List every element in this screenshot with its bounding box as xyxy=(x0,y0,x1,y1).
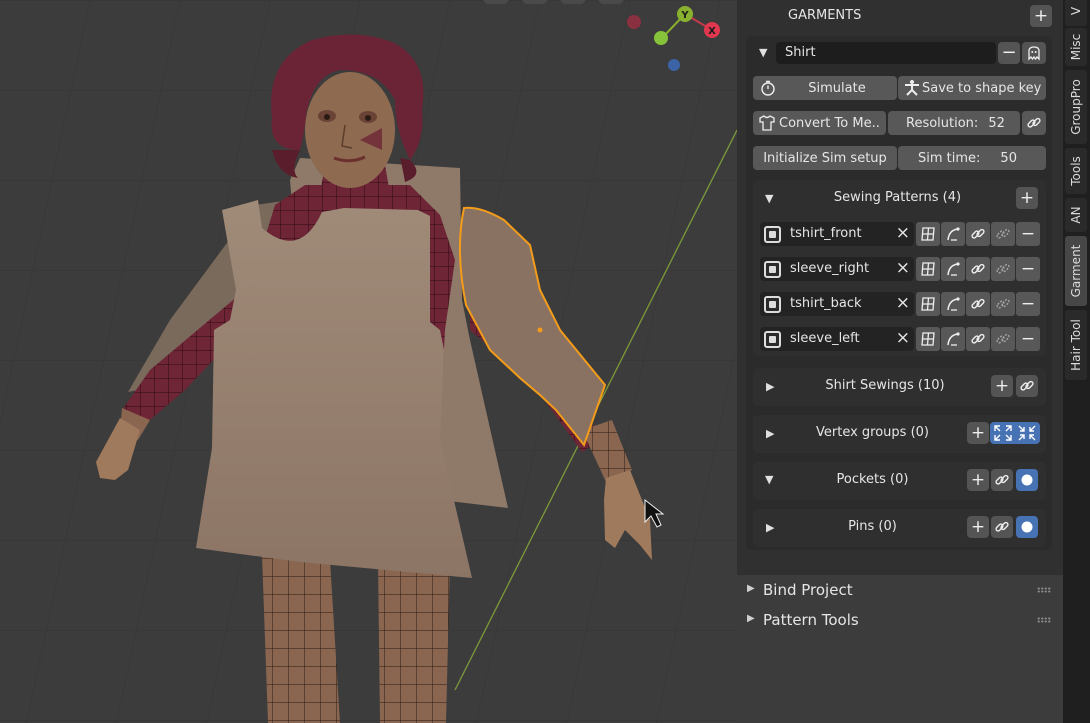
collapse-pockets-icon[interactable]: ▼ xyxy=(765,473,773,486)
pattern-name: sleeve_right xyxy=(790,261,870,276)
gizmo-x-label: X xyxy=(708,26,716,37)
pattern-name: tshirt_back xyxy=(790,296,862,311)
link-icon[interactable] xyxy=(966,257,990,281)
tab-view[interactable]: V xyxy=(1065,0,1087,26)
initialize-sim-button[interactable]: Initialize Sim setup xyxy=(753,146,897,170)
link-icon[interactable] xyxy=(966,292,990,316)
close-icon[interactable]: × xyxy=(896,223,910,243)
link-icon[interactable] xyxy=(1022,111,1046,135)
tab-an[interactable]: AN xyxy=(1065,198,1087,232)
pockets-toggle[interactable] xyxy=(1016,469,1038,491)
fullscreen-icon[interactable] xyxy=(990,422,1040,444)
sidebar-tabs: V Misc GroupPro Tools AN Garment Hair To… xyxy=(1063,0,1090,723)
tab-misc[interactable]: Misc xyxy=(1065,28,1087,66)
ghost-icon[interactable] xyxy=(1022,42,1046,64)
unlink-icon[interactable] xyxy=(991,257,1015,281)
link-icon[interactable] xyxy=(1016,375,1038,397)
grid-icon[interactable] xyxy=(916,327,940,351)
pattern-tools-panel[interactable]: ▶ Pattern Tools xyxy=(737,605,1063,635)
expand-icon: ▶ xyxy=(747,613,755,624)
curve-icon[interactable] xyxy=(941,327,965,351)
curve-icon[interactable] xyxy=(941,292,965,316)
link-icon[interactable] xyxy=(966,327,990,351)
garment-name-field[interactable]: Shirt xyxy=(776,42,996,64)
pins-toggle[interactable] xyxy=(1016,516,1038,538)
grid-icon[interactable] xyxy=(916,222,940,246)
pattern-select[interactable]: sleeve_right × xyxy=(760,257,914,281)
stopwatch-icon xyxy=(759,79,777,97)
bind-project-panel[interactable]: ▶ Bind Project xyxy=(737,575,1063,605)
sim-time-field[interactable]: Sim time: 50 xyxy=(898,146,1046,170)
grid-icon[interactable] xyxy=(916,257,940,281)
unlink-icon[interactable] xyxy=(991,292,1015,316)
add-sewing-button[interactable]: + xyxy=(991,375,1013,397)
add-pin-button[interactable]: + xyxy=(967,516,989,538)
link-icon[interactable] xyxy=(966,222,990,246)
pattern-name: tshirt_front xyxy=(790,226,862,241)
add-pocket-button[interactable]: + xyxy=(967,469,989,491)
select-box-icon[interactable] xyxy=(764,331,781,348)
tab-garment[interactable]: Garment xyxy=(1065,236,1087,306)
list-item: sleeve_right × − xyxy=(760,257,1040,281)
shirt-sewings-title: Shirt Sewings (10) xyxy=(825,378,945,393)
remove-pattern-button[interactable]: − xyxy=(1016,222,1040,246)
convert-to-mesh-button[interactable]: Convert To Me.. xyxy=(753,111,886,135)
drag-handle-icon[interactable] xyxy=(1037,617,1051,623)
add-garment-button[interactable]: + xyxy=(1030,5,1052,27)
resolution-field[interactable]: Resolution: 52 xyxy=(888,111,1020,135)
add-vertex-group-button[interactable]: + xyxy=(967,422,989,444)
select-box-icon[interactable] xyxy=(764,296,781,313)
pattern-select[interactable]: tshirt_front × xyxy=(760,222,914,246)
pattern-select[interactable]: sleeve_left × xyxy=(760,327,914,351)
expand-icon: ▶ xyxy=(747,583,755,594)
unlink-icon[interactable] xyxy=(991,327,1015,351)
pockets-title: Pockets (0) xyxy=(836,472,909,487)
close-icon[interactable]: × xyxy=(896,293,910,313)
simulate-button[interactable]: Simulate xyxy=(753,76,897,100)
vertex-groups-title: Vertex groups (0) xyxy=(816,425,929,440)
pattern-select[interactable]: tshirt_back × xyxy=(760,292,914,316)
pins-title: Pins (0) xyxy=(848,519,897,534)
remove-pattern-button[interactable]: − xyxy=(1016,327,1040,351)
expand-shirt-sewings-icon[interactable]: ▶ xyxy=(766,380,774,393)
3d-viewport[interactable]: Y X xyxy=(0,0,737,723)
tab-grouppro[interactable]: GroupPro xyxy=(1065,70,1087,144)
add-pattern-button[interactable]: + xyxy=(1016,187,1038,209)
list-item: tshirt_front × − xyxy=(760,222,1040,246)
remove-garment-button[interactable]: − xyxy=(998,42,1020,64)
list-item: tshirt_back × − xyxy=(760,292,1040,316)
object-origin xyxy=(537,327,543,333)
unlink-icon[interactable] xyxy=(991,222,1015,246)
close-icon[interactable]: × xyxy=(896,328,910,348)
tab-hair-tool[interactable]: Hair Tool xyxy=(1065,310,1087,380)
expand-vertex-groups-icon[interactable]: ▶ xyxy=(766,427,774,440)
pose-icon xyxy=(903,79,921,97)
expand-pins-icon[interactable]: ▶ xyxy=(766,521,774,534)
remove-pattern-button[interactable]: − xyxy=(1016,257,1040,281)
grid-icon[interactable] xyxy=(916,292,940,316)
link-icon[interactable] xyxy=(991,516,1013,538)
tab-tools[interactable]: Tools xyxy=(1065,148,1087,194)
collapse-sewing-patterns-icon[interactable]: ▼ xyxy=(765,192,773,205)
link-icon[interactable] xyxy=(991,469,1013,491)
save-shape-key-button[interactable]: Save to shape key xyxy=(898,76,1046,100)
sewing-patterns-title: Sewing Patterns (4) xyxy=(833,190,962,205)
panel-title: GARMENTS xyxy=(788,8,862,23)
collapse-shirt-icon[interactable]: ▼ xyxy=(759,46,767,59)
select-box-icon[interactable] xyxy=(764,261,781,278)
gizmo-y-label: Y xyxy=(680,10,689,21)
curve-icon[interactable] xyxy=(941,222,965,246)
close-icon[interactable]: × xyxy=(896,258,910,278)
remove-pattern-button[interactable]: − xyxy=(1016,292,1040,316)
garments-header: GARMENTS xyxy=(737,0,1063,32)
select-box-icon[interactable] xyxy=(764,226,781,243)
pattern-name: sleeve_left xyxy=(790,331,860,346)
curve-icon[interactable] xyxy=(941,257,965,281)
shirt-icon xyxy=(758,114,776,132)
drag-handle-icon[interactable] xyxy=(1037,587,1051,593)
list-item: sleeve_left × − xyxy=(760,327,1040,351)
